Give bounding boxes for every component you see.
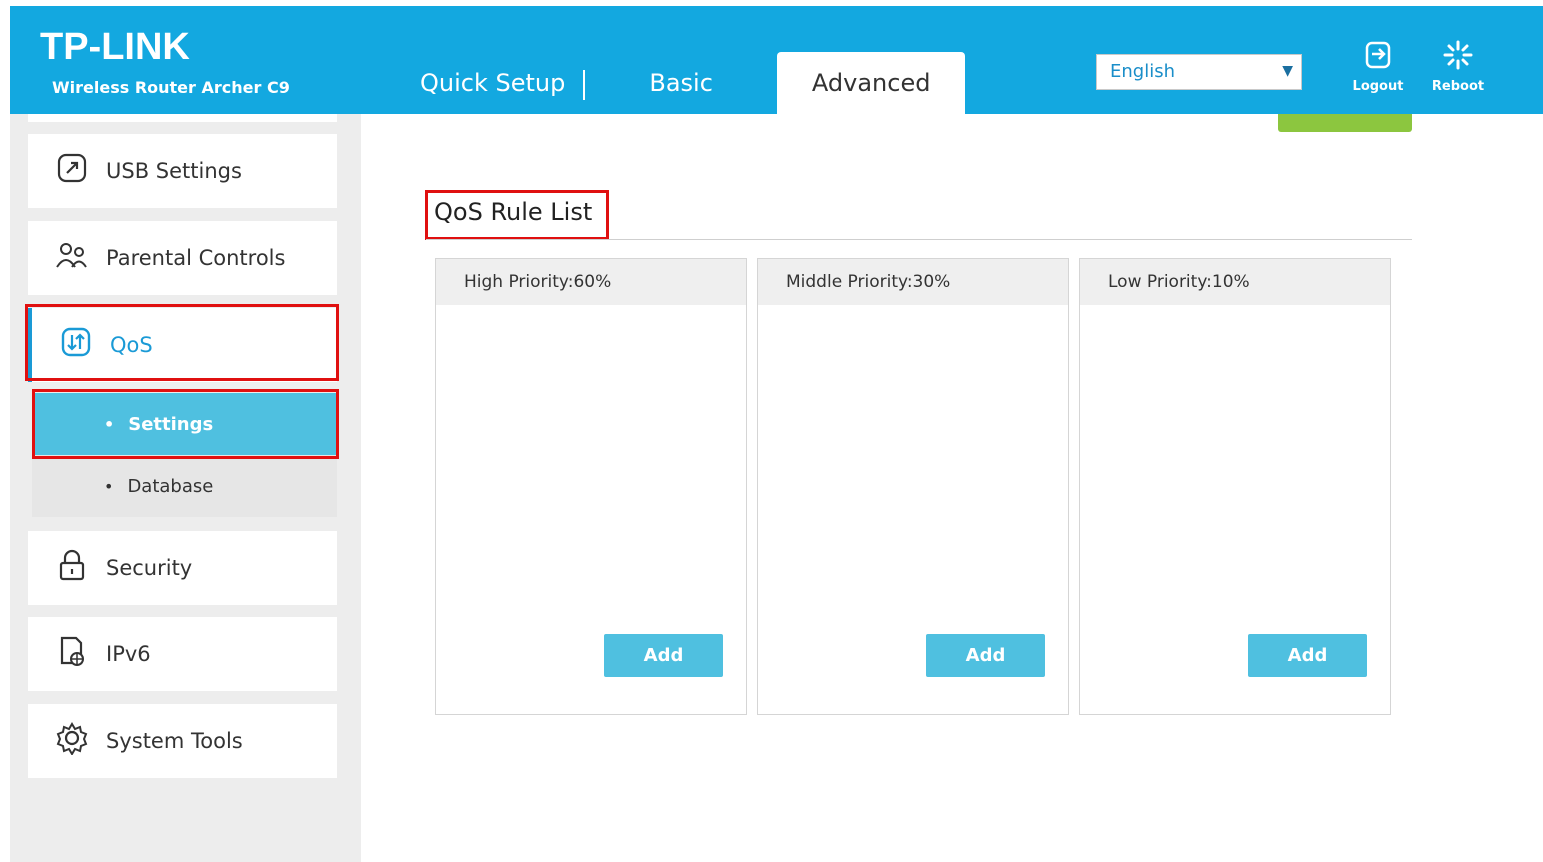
tab-separator bbox=[583, 70, 586, 100]
reboot-label: Reboot bbox=[1431, 79, 1485, 94]
sidebar-subitem-label: Settings bbox=[128, 413, 214, 435]
sidebar-item-ipv6[interactable]: IPv6 bbox=[28, 617, 337, 691]
parental-icon bbox=[52, 240, 92, 276]
sidebar-item-label: QoS bbox=[110, 333, 153, 357]
sidebar-subitem-label: Database bbox=[127, 475, 214, 497]
sidebar-item-label: USB Settings bbox=[106, 159, 242, 183]
save-button[interactable] bbox=[1278, 114, 1412, 132]
tab-quick-setup-label: Quick Setup bbox=[420, 69, 566, 97]
logout-button[interactable]: Logout bbox=[1348, 40, 1408, 94]
bullet: • bbox=[104, 476, 114, 496]
add-button-low[interactable]: Add bbox=[1248, 634, 1367, 677]
logout-icon-svg bbox=[1365, 41, 1391, 69]
reboot-icon-svg bbox=[1443, 40, 1473, 70]
gear-icon bbox=[52, 721, 92, 761]
sidebar: USB Settings Parental Controls QoS • Set… bbox=[10, 114, 361, 862]
sidebar-prev-item bbox=[28, 114, 337, 122]
reboot-button[interactable]: Reboot bbox=[1428, 40, 1488, 94]
sidebar-item-security[interactable]: Security bbox=[28, 531, 337, 605]
tab-quick-setup[interactable]: Quick Setup bbox=[400, 52, 586, 114]
sidebar-item-usb-settings[interactable]: USB Settings bbox=[28, 134, 337, 208]
sidebar-subitem-settings[interactable]: • Settings bbox=[32, 393, 337, 455]
panel-header: High Priority:60% bbox=[436, 259, 746, 305]
sidebar-subitem-database[interactable]: • Database bbox=[32, 455, 337, 517]
sidebar-item-parental-controls[interactable]: Parental Controls bbox=[28, 221, 337, 295]
tab-basic[interactable]: Basic bbox=[627, 52, 735, 114]
logout-label: Logout bbox=[1352, 79, 1404, 94]
add-button-middle[interactable]: Add bbox=[926, 634, 1045, 677]
top-header: TP-LINK Wireless Router Archer C9 Quick … bbox=[10, 6, 1543, 114]
sidebar-item-system-tools[interactable]: System Tools bbox=[28, 704, 337, 778]
panel-header: Low Priority:10% bbox=[1080, 259, 1390, 305]
add-button-high[interactable]: Add bbox=[604, 634, 723, 677]
sidebar-item-label: Security bbox=[106, 556, 193, 580]
tab-basic-label: Basic bbox=[649, 69, 713, 97]
sidebar-item-label: Parental Controls bbox=[106, 246, 286, 270]
reboot-icon bbox=[1428, 40, 1488, 77]
brand: TP-LINK Wireless Router Archer C9 bbox=[40, 28, 290, 97]
chevron-down-icon: ▼ bbox=[1282, 63, 1293, 79]
qos-icon bbox=[56, 326, 96, 364]
brand-logo: TP-LINK bbox=[40, 26, 190, 68]
tab-advanced-label: Advanced bbox=[811, 69, 931, 97]
router-model: Wireless Router Archer C9 bbox=[52, 78, 290, 97]
middle-priority-panel: Middle Priority:30% Add bbox=[757, 258, 1069, 715]
high-priority-panel: High Priority:60% Add bbox=[435, 258, 747, 715]
bullet: • bbox=[104, 414, 115, 434]
usb-icon bbox=[52, 152, 92, 190]
page-title: QoS Rule List bbox=[434, 198, 593, 226]
lock-icon bbox=[52, 549, 92, 587]
logout-icon bbox=[1348, 40, 1408, 77]
sidebar-item-label: System Tools bbox=[106, 729, 243, 753]
language-value: English bbox=[1110, 61, 1175, 82]
title-divider bbox=[426, 239, 1412, 240]
ipv6-icon bbox=[52, 635, 92, 673]
language-select[interactable]: English ▼ bbox=[1096, 54, 1302, 90]
top-tabs: Quick Setup Basic Advanced bbox=[400, 52, 966, 114]
tab-advanced[interactable]: Advanced bbox=[776, 52, 966, 114]
panel-header: Middle Priority:30% bbox=[758, 259, 1068, 305]
sidebar-item-label: IPv6 bbox=[106, 642, 151, 666]
low-priority-panel: Low Priority:10% Add bbox=[1079, 258, 1391, 715]
sidebar-item-qos[interactable]: QoS bbox=[28, 308, 337, 382]
